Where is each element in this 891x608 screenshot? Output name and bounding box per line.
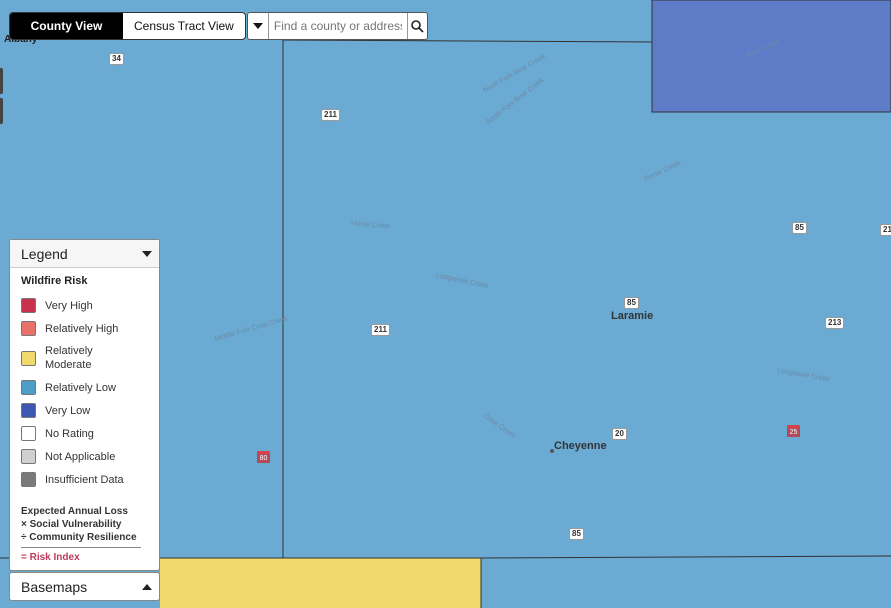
legend-item: Relatively High: [10, 317, 159, 340]
legend-item: Relatively Moderate: [10, 340, 159, 376]
search-dropdown-button[interactable]: [248, 13, 269, 39]
legend-item: Very High: [10, 294, 159, 317]
city-dot: [550, 449, 554, 453]
legend-item: No Rating: [10, 422, 159, 445]
search-button[interactable]: [406, 13, 427, 39]
legend-swatch: [21, 321, 36, 336]
risk-index-label: = Risk Index: [21, 552, 80, 563]
route-shield: 21: [880, 224, 891, 236]
legend-item: Relatively Low: [10, 376, 159, 399]
search-input[interactable]: [268, 15, 407, 37]
legend-item-label: No Rating: [45, 427, 94, 440]
caret-down-icon: [252, 23, 263, 29]
legend-title: Legend: [21, 245, 68, 262]
view-toggle: County View Census Tract View: [9, 12, 246, 40]
legend-item-label: Relatively Moderate: [45, 345, 93, 371]
relatively-moderate-county[interactable]: [160, 558, 481, 608]
formula-line: Expected Annual Loss: [21, 506, 128, 517]
route-shield: 20: [612, 428, 627, 440]
caret-down-icon: [142, 250, 152, 257]
route-shield: 85: [792, 222, 807, 234]
formula-line: ÷ Community Resilience: [21, 532, 137, 543]
route-shield: 213: [825, 317, 845, 329]
legend-swatch: [21, 350, 36, 366]
county-view-button[interactable]: County View: [10, 13, 123, 39]
route-shield: 34: [109, 53, 124, 65]
route-shield: 85: [569, 528, 584, 540]
legend-swatch: [21, 403, 36, 418]
magnifier-icon: [411, 19, 424, 33]
legend-item-label: Very High: [45, 299, 93, 312]
legend-panel: Legend Wildfire Risk Very High Relativel…: [9, 239, 160, 571]
legend-item: Very Low: [10, 399, 159, 422]
very-low-county[interactable]: [651, 0, 891, 113]
route-shield: 85: [624, 297, 639, 309]
legend-section-title: Wildfire Risk: [21, 275, 88, 287]
legend-item-label: Insufficient Data: [45, 473, 124, 486]
formula-divider: [21, 547, 141, 548]
basemaps-label: Basemaps: [21, 578, 88, 595]
legend-header[interactable]: Legend: [10, 240, 159, 268]
legend-swatch: [21, 449, 36, 464]
legend-swatch: [21, 380, 36, 395]
side-tab[interactable]: [0, 68, 3, 94]
legend-swatch: [21, 472, 36, 487]
legend-swatch: [21, 298, 36, 313]
legend-swatch: [21, 426, 36, 441]
route-shield: 211: [371, 324, 390, 336]
place-label-laramie: Laramie: [611, 310, 654, 322]
legend-item-label: Relatively Low: [45, 381, 116, 394]
formula-line: × Social Vulnerability: [21, 519, 122, 530]
caret-up-icon: [142, 583, 152, 590]
legend-item-label: Not Applicable: [45, 450, 116, 463]
legend-item-label: Relatively High: [45, 322, 119, 335]
route-shield: 211: [321, 109, 340, 121]
census-tract-view-button[interactable]: Census Tract View: [123, 13, 245, 39]
search-bar: [247, 12, 428, 40]
place-label-cheyenne: Cheyenne: [554, 440, 607, 452]
interstate-shield: 80: [257, 451, 270, 463]
legend-item-label: Very Low: [45, 404, 91, 417]
interstate-shield: 25: [787, 425, 800, 437]
legend-item: Insufficient Data: [10, 468, 159, 491]
side-tab[interactable]: [0, 98, 3, 124]
basemaps-button[interactable]: Basemaps: [9, 572, 160, 601]
legend-item: Not Applicable: [10, 445, 159, 468]
